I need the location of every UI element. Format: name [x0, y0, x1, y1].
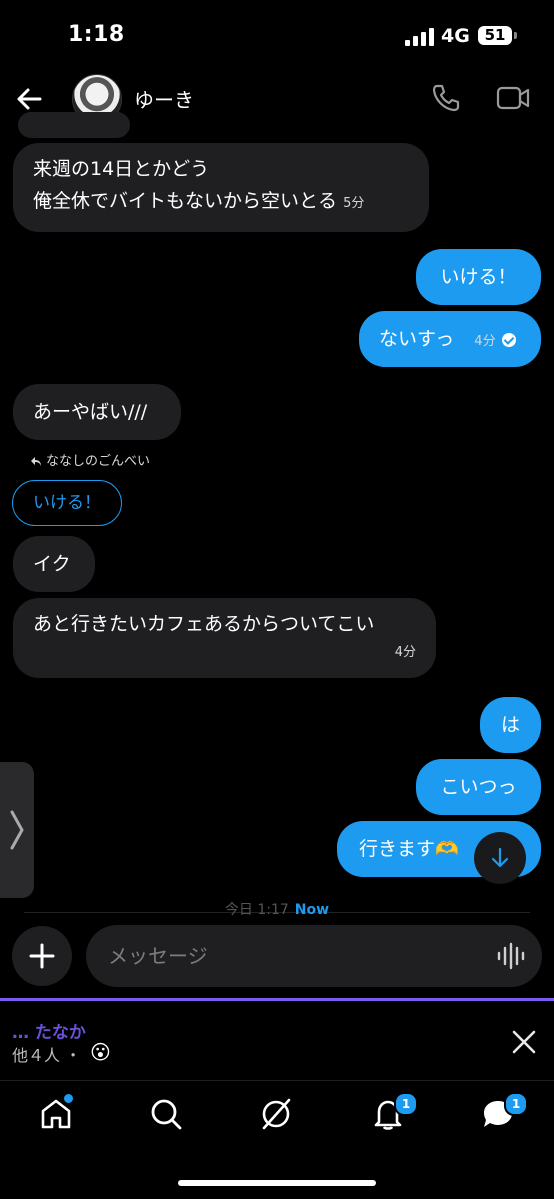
home-unread-dot: [62, 1092, 75, 1105]
date-divider: 今日 1:17 Now: [0, 899, 554, 919]
reply-name: ななしのごんべい: [46, 454, 151, 469]
arrow-down-icon: [491, 847, 509, 868]
read-check-icon: [501, 332, 516, 347]
message-text: 行きます🫶: [359, 838, 459, 860]
message-text: 来週の14日とかどう: [33, 158, 210, 180]
message-bubble-outgoing[interactable]: は: [480, 697, 541, 753]
scroll-to-bottom-button[interactable]: [474, 832, 526, 884]
message-bubble-outgoing[interactable]: いける！: [416, 249, 541, 305]
typing-others-count: 他４人 ・: [12, 1046, 82, 1065]
message-bubble-incoming[interactable]: 来週の14日とかどう 俺全休でバイトもないから空いとる 5分: [13, 143, 429, 232]
message-bubble-outgoing[interactable]: ないすっ 4分: [359, 311, 541, 367]
phone-icon[interactable]: [430, 82, 462, 114]
message-time: 4分: [394, 645, 416, 660]
home-indicator: [178, 1180, 376, 1186]
message-text: いける！: [440, 266, 517, 288]
message-bubble-incoming[interactable]: あーやばい///: [13, 384, 181, 440]
tab-notifications[interactable]: 1: [370, 1092, 418, 1132]
message-bubble-incoming[interactable]: イク: [13, 536, 95, 592]
message-text: あと行きたいカフェあるからついてこい: [33, 613, 375, 635]
typing-banner-border: [0, 998, 554, 1001]
network-type: 4G: [441, 25, 470, 47]
message-bubble-outgoing[interactable]: こいつっ: [416, 759, 541, 815]
date-divider-label: 今日 1:17: [224, 902, 289, 918]
signal-icon: [405, 28, 435, 46]
message-text: こいつっ: [440, 776, 517, 798]
tab-grok[interactable]: [258, 1096, 294, 1132]
message-text: あーやばい///: [33, 401, 148, 423]
chevron-right-icon: [10, 810, 24, 850]
voice-message-icon[interactable]: [496, 942, 526, 970]
status-time: 1:18: [68, 22, 125, 47]
plus-icon: [29, 943, 55, 969]
tab-home[interactable]: [38, 1092, 75, 1132]
reply-quote[interactable]: いける！: [12, 480, 122, 526]
messages-badge: 1: [504, 1092, 528, 1116]
back-arrow-icon[interactable]: [14, 84, 44, 114]
add-attachment-button[interactable]: [12, 926, 72, 986]
battery-icon: 51: [478, 26, 512, 45]
tabbar-divider: [0, 1080, 554, 1081]
close-icon[interactable]: [510, 1028, 538, 1056]
message-text: は: [500, 714, 520, 736]
message-text: ないすっ: [379, 328, 455, 350]
message-text: 俺全休でバイトもないから空いとる 5分: [33, 190, 365, 212]
typing-emoji: 😮: [90, 1040, 111, 1064]
message-bubble-partial: [18, 112, 130, 138]
tab-search[interactable]: [148, 1096, 184, 1132]
video-call-icon[interactable]: [496, 84, 530, 112]
message-text: イク: [33, 553, 71, 575]
message-input[interactable]: メッセージ: [86, 925, 542, 987]
message-time: 4分: [474, 334, 496, 349]
battery-tip: [514, 32, 517, 39]
reply-reference: ななしのごんべい: [30, 450, 150, 469]
now-label: Now: [294, 902, 330, 918]
tab-messages[interactable]: 1: [480, 1092, 528, 1132]
message-bubble-incoming[interactable]: あと行きたいカフェあるからついてこい 4分: [13, 598, 436, 678]
search-icon: [151, 1099, 182, 1130]
grok-icon: [262, 1098, 291, 1130]
message-time: 5分: [343, 196, 365, 211]
reply-arrow-icon: [31, 457, 41, 466]
typing-user-name: … たなか: [12, 1023, 86, 1043]
contact-name[interactable]: ゆーき: [134, 84, 194, 113]
side-drawer-handle[interactable]: [0, 762, 34, 898]
notifications-badge: 1: [394, 1092, 418, 1116]
